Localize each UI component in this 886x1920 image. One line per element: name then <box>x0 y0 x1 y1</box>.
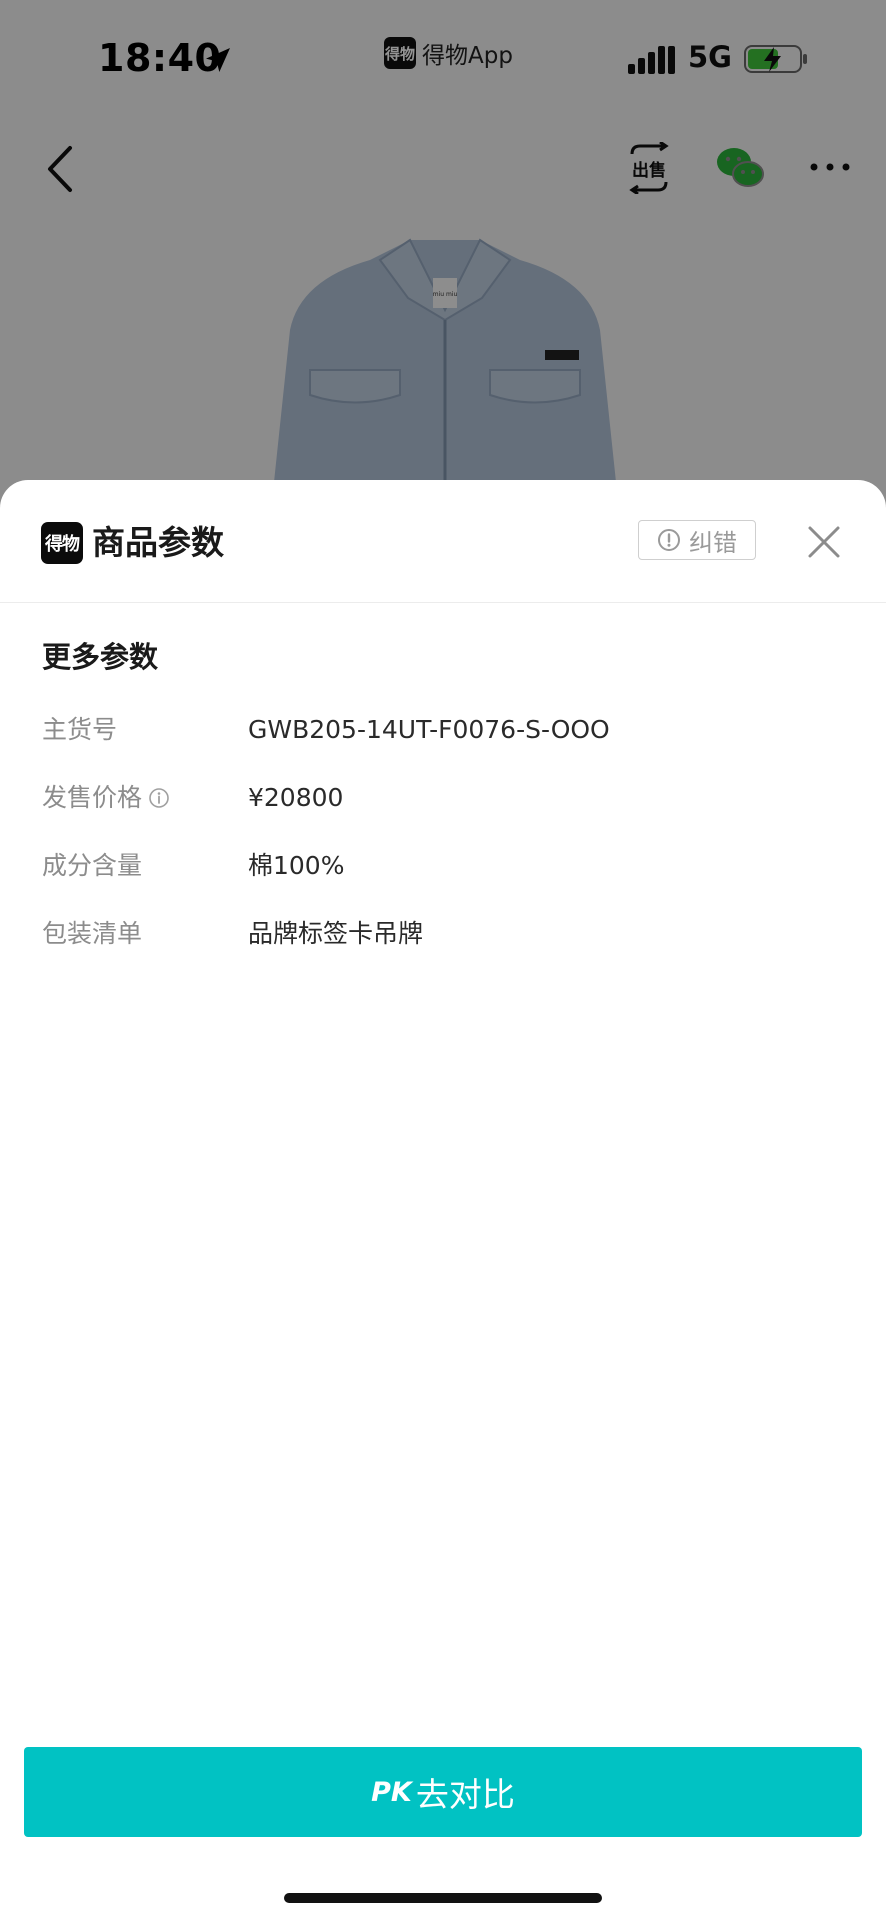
param-label-text: 主货号 <box>42 715 118 744</box>
param-label-text: 发售价格 <box>42 783 143 812</box>
param-value: GWB205-14UT-F0076-S-OOO <box>248 715 610 744</box>
param-label: 包装清单 <box>42 914 142 954</box>
param-row-composition: 成分含量 棉100% <box>42 846 842 886</box>
param-label: 发售价格 <box>42 778 170 818</box>
modal-overlay[interactable] <box>0 0 886 520</box>
param-label-text: 包装清单 <box>42 919 143 948</box>
section-title: 更多参数 <box>42 640 159 674</box>
pk-compare-label: 去对比 <box>415 1775 515 1814</box>
sheet-header: 得物 商品参数 纠错 <box>0 480 886 603</box>
info-icon[interactable] <box>148 787 170 809</box>
report-error-label: 纠错 <box>689 528 737 557</box>
param-label: 成分含量 <box>42 846 142 886</box>
param-label-text: 成分含量 <box>42 851 143 880</box>
product-params-sheet: 得物 商品参数 纠错 更多参数 主货号 GWB205-14UT-F0076-S-… <box>0 480 886 1920</box>
sheet-title: 商品参数 <box>92 523 224 562</box>
param-value: 棉100% <box>248 851 345 880</box>
close-icon[interactable] <box>806 524 842 560</box>
report-error-button[interactable]: 纠错 <box>638 520 756 560</box>
warning-circle-icon <box>658 529 680 551</box>
param-value: 品牌标签卡吊牌 <box>248 919 424 948</box>
param-row-item-number: 主货号 GWB205-14UT-F0076-S-OOO <box>42 710 842 750</box>
home-indicator[interactable] <box>284 1893 602 1903</box>
dewu-logo-icon: 得物 <box>41 522 83 564</box>
param-label: 主货号 <box>42 710 117 750</box>
pk-tag: PK <box>371 1776 412 1808</box>
param-row-release-price: 发售价格 ¥20800 <box>42 778 842 818</box>
param-row-package-list: 包装清单 品牌标签卡吊牌 <box>42 914 842 954</box>
pk-compare-button[interactable]: PK 去对比 <box>24 1747 862 1837</box>
param-value: ¥20800 <box>248 783 344 812</box>
